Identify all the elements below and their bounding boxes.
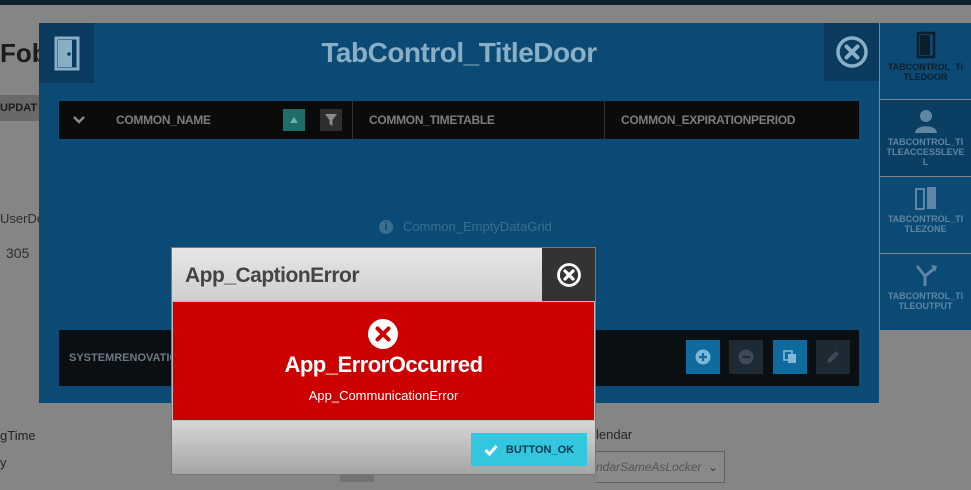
add-icon bbox=[695, 349, 711, 365]
error-message: App_CommunicationError bbox=[308, 388, 459, 403]
tab-zone-label: TABCONTROL_TITLEZONE bbox=[887, 214, 964, 234]
column-divider bbox=[352, 101, 353, 139]
remove-icon bbox=[738, 349, 754, 365]
filter-icon bbox=[325, 114, 337, 126]
edit-button[interactable] bbox=[816, 340, 850, 374]
panel-close-button[interactable] bbox=[824, 23, 879, 81]
column-header-expiration[interactable]: COMMON_EXPIRATIONPERIOD bbox=[621, 101, 796, 139]
tab-door[interactable]: TABCONTROL_TITLEDOOR bbox=[880, 23, 971, 99]
remove-button[interactable] bbox=[729, 340, 763, 374]
expand-toggle[interactable] bbox=[59, 101, 99, 139]
panel-title: TabControl_TitleDoor bbox=[321, 37, 597, 68]
error-icon bbox=[368, 319, 398, 349]
ok-button[interactable]: BUTTON_OK bbox=[471, 433, 587, 466]
error-dialog: App_CaptionError App_ErrorOccurred App_C… bbox=[171, 247, 596, 475]
check-icon bbox=[484, 444, 498, 456]
tab-door-label: TABCONTROL_TITLEDOOR bbox=[887, 62, 964, 82]
door-icon bbox=[916, 31, 935, 59]
user-icon bbox=[914, 110, 937, 133]
dialog-footer: BUTTON_OK bbox=[172, 421, 595, 474]
filter-button[interactable] bbox=[320, 109, 342, 131]
empty-grid-message: i Common_EmptyDataGrid bbox=[379, 219, 552, 234]
footer-label: SYSTEMRENOVATION bbox=[69, 352, 186, 364]
close-icon bbox=[556, 262, 581, 287]
pencil-icon bbox=[827, 351, 839, 363]
side-tab-bar: TABCONTROL_TITLEDOOR TABCONTROL_TITLEACC… bbox=[880, 23, 971, 330]
dialog-body: App_ErrorOccurred App_CommunicationError bbox=[173, 302, 594, 420]
tab-access-level[interactable]: TABCONTROL_TITLEACCESSLEVEL bbox=[880, 100, 971, 176]
chevron-down-icon bbox=[73, 116, 85, 124]
dialog-caption: App_CaptionError bbox=[185, 264, 360, 287]
close-icon bbox=[835, 36, 868, 68]
tab-output-label: TABCONTROL_TITLEOUTPUT bbox=[887, 291, 964, 311]
tab-zone[interactable]: TABCONTROL_TITLEZONE bbox=[880, 177, 971, 253]
door-icon bbox=[39, 23, 94, 83]
column-header-timetable[interactable]: COMMON_TIMETABLE bbox=[369, 101, 495, 139]
copy-button[interactable] bbox=[773, 340, 807, 374]
tab-output[interactable]: TABCONTROL_TITLEOUTPUT bbox=[880, 254, 971, 330]
empty-grid-text: Common_EmptyDataGrid bbox=[403, 219, 552, 234]
ok-button-label: BUTTON_OK bbox=[505, 443, 575, 456]
sort-up-icon bbox=[290, 117, 298, 123]
copy-icon bbox=[783, 350, 796, 363]
output-icon bbox=[915, 265, 937, 286]
grid-header: COMMON_NAME COMMON_TIMETABLE COMMON_EXPI… bbox=[59, 101, 859, 139]
zone-icon bbox=[914, 187, 936, 210]
tab-access-level-label: TABCONTROL_TITLEACCESSLEVEL bbox=[886, 137, 965, 167]
sort-button[interactable] bbox=[283, 109, 305, 131]
column-header-name[interactable]: COMMON_NAME bbox=[116, 101, 211, 139]
dialog-close-button[interactable] bbox=[542, 248, 595, 301]
info-icon: i bbox=[379, 219, 393, 234]
column-divider bbox=[604, 101, 605, 139]
add-button[interactable] bbox=[686, 340, 720, 374]
error-title: App_ErrorOccurred bbox=[284, 352, 483, 377]
dialog-header: App_CaptionError bbox=[172, 248, 595, 301]
